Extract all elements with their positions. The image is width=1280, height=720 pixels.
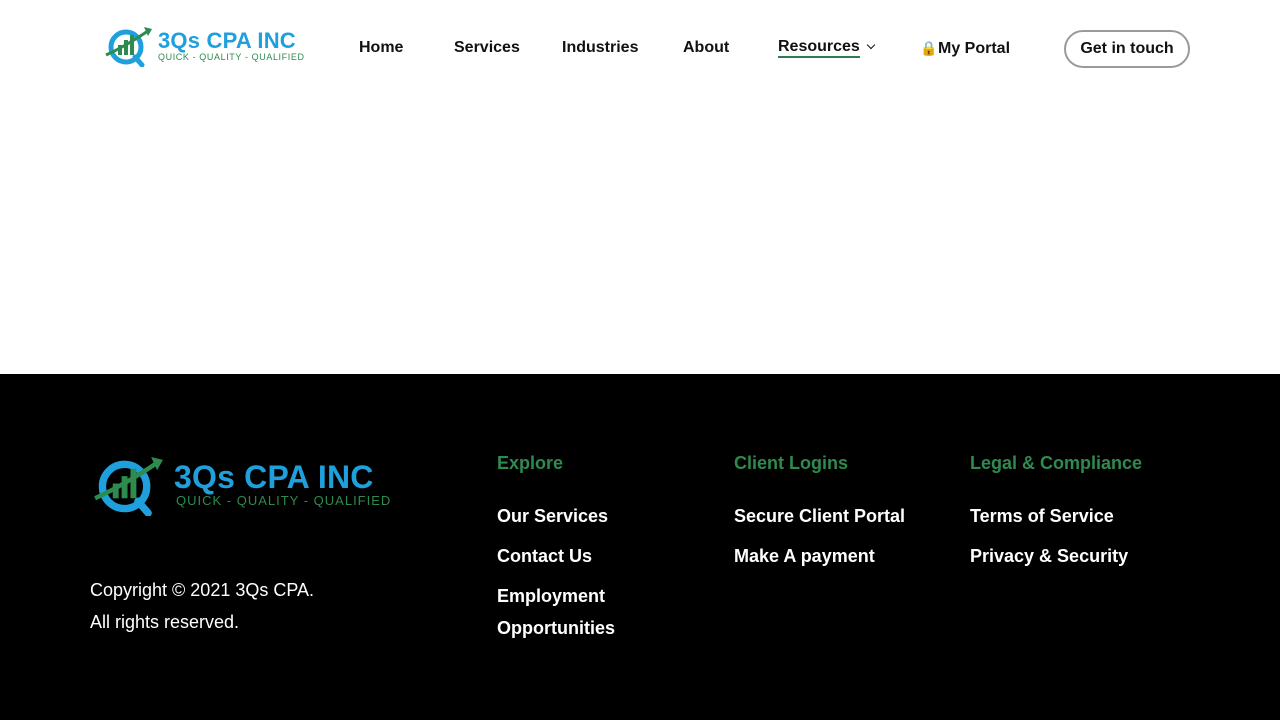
footer-link-privacy[interactable]: Privacy & Security: [970, 540, 1190, 572]
nav-my-portal[interactable]: 🔒My Portal: [920, 38, 1010, 59]
footer-link-terms[interactable]: Terms of Service: [970, 500, 1190, 532]
nav-my-portal-label: My Portal: [938, 40, 1011, 57]
nav-about-label: About: [683, 39, 730, 56]
nav-home-label: Home: [359, 39, 404, 56]
get-in-touch-button[interactable]: Get in touch: [1064, 30, 1190, 68]
copyright: Copyright © 2021 3Qs CPA. All rights res…: [90, 574, 390, 638]
nav-resources-label: Resources: [778, 38, 860, 58]
site-footer: 3Qs CPA INC QUICK - QUALITY - QUALIFIED …: [0, 374, 1280, 720]
nav-resources[interactable]: Resources: [778, 37, 876, 58]
copyright-line-1: Copyright © 2021 3Qs CPA.: [90, 580, 315, 600]
copyright-line-2: All rights reserved.: [90, 612, 240, 632]
footer-column-client-logins: Client Logins Secure Client Portal Make …: [734, 452, 954, 580]
footer-logo-tagline: QUICK - QUALITY - QUALIFIED: [176, 493, 392, 508]
site-header: 3Qs CPA INC QUICK - QUALITY - QUALIFIED …: [0, 0, 1280, 96]
footer-heading-explore: Explore: [497, 453, 564, 473]
nav-home[interactable]: Home: [359, 38, 403, 58]
chevron-down-icon: [866, 40, 876, 50]
footer-link-make-payment[interactable]: Make A payment: [734, 540, 954, 572]
nav-industries-label: Industries: [562, 39, 639, 56]
nav-services-label: Services: [454, 39, 520, 56]
nav-about[interactable]: About: [683, 38, 729, 58]
lock-icon: 🔒: [920, 40, 938, 56]
logo-chart-icon: [105, 27, 152, 67]
nav-industries[interactable]: Industries: [562, 38, 638, 58]
footer-link-our-services[interactable]: Our Services: [497, 500, 697, 532]
footer-logo-name: 3Qs CPA INC: [174, 459, 374, 495]
footer-link-contact-us[interactable]: Contact Us: [497, 540, 697, 572]
footer-column-legal: Legal & Compliance Terms of Service Priv…: [970, 452, 1190, 580]
footer-link-employment[interactable]: Employment Opportunities: [497, 580, 627, 644]
footer-heading-client-logins: Client Logins: [734, 453, 848, 473]
footer-link-secure-client-portal[interactable]: Secure Client Portal: [734, 500, 954, 532]
logo-name: 3Qs CPA INC: [158, 27, 296, 53]
header-logo[interactable]: 3Qs CPA INC QUICK - QUALITY - QUALIFIED: [104, 25, 305, 67]
footer-logo[interactable]: 3Qs CPA INC QUICK - QUALITY - QUALIFIED: [92, 454, 391, 516]
logo-tagline: QUICK - QUALITY - QUALIFIED: [158, 51, 305, 62]
footer-heading-legal: Legal & Compliance: [970, 453, 1143, 473]
nav-services[interactable]: Services: [454, 38, 520, 58]
logo-chart-icon: [94, 456, 163, 516]
footer-column-explore: Explore Our Services Contact Us Employme…: [497, 452, 697, 652]
